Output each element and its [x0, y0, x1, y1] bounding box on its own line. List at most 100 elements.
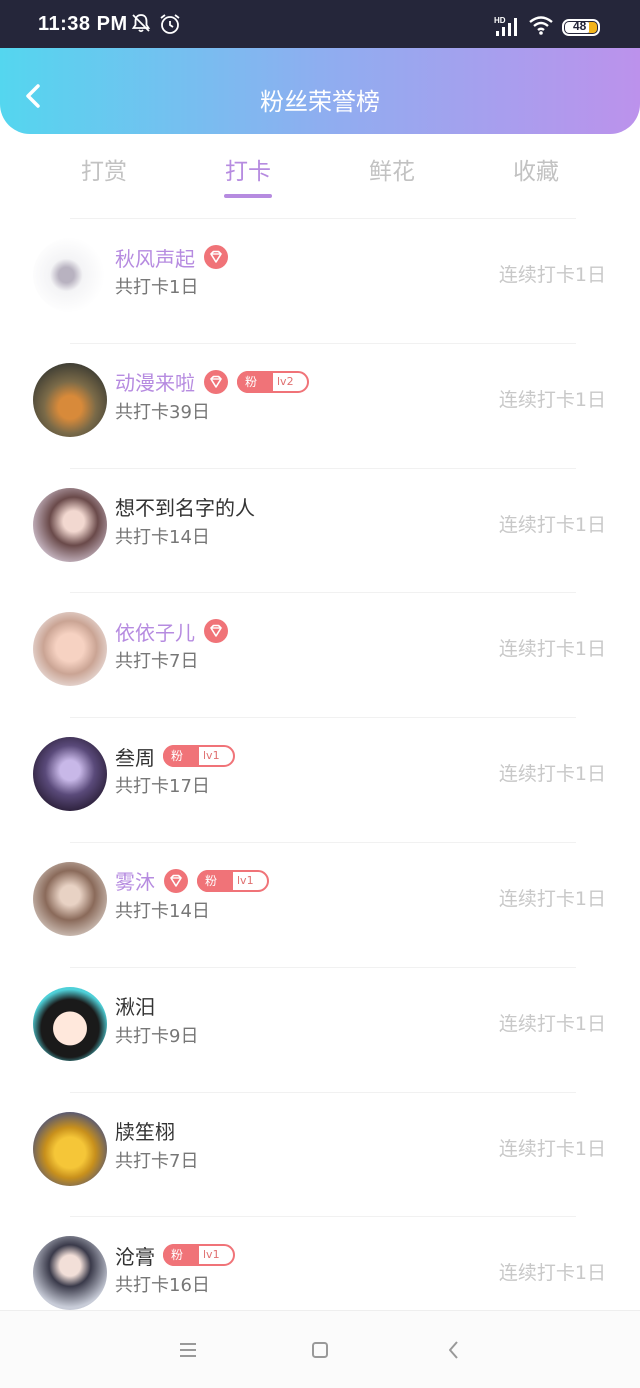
- name-line: 沧膏粉 lv1: [115, 1240, 235, 1270]
- system-nav-bar: [0, 1310, 640, 1388]
- name-line: 依依子儿: [115, 616, 229, 646]
- home-square-icon[interactable]: [307, 1337, 333, 1363]
- checkin-streak: 连续打卡1日: [498, 887, 606, 910]
- tab-checkin[interactable]: 打卡: [188, 152, 308, 186]
- total-checkins: 共打卡7日: [115, 651, 199, 673]
- avatar[interactable]: [33, 861, 107, 936]
- list-item[interactable]: 想不到名字的人共打卡14日 连续打卡1日: [0, 467, 640, 593]
- user-name[interactable]: 想不到名字的人: [115, 492, 255, 521]
- user-name[interactable]: 雾沐: [115, 866, 155, 895]
- checkin-streak: 连续打卡1日: [498, 638, 606, 661]
- tab-bar: 打赏 打卡 鲜花 收藏: [0, 134, 640, 220]
- mute-bell-icon: [131, 14, 151, 33]
- checkin-streak: 连续打卡1日: [498, 1137, 606, 1160]
- diamond-badge-icon: [204, 369, 228, 394]
- name-line: 雾沐 粉 lv1: [115, 866, 269, 896]
- avatar[interactable]: [33, 487, 107, 562]
- diamond-badge-icon: [204, 245, 228, 269]
- avatar[interactable]: [33, 238, 107, 312]
- row-divider: [70, 1216, 576, 1218]
- total-checkins: 共打卡7日: [115, 1150, 199, 1172]
- name-line: 想不到名字的人: [115, 492, 255, 522]
- row-divider: [70, 717, 576, 719]
- diamond-badge-icon: [164, 868, 188, 893]
- checkin-streak: 连续打卡1日: [498, 388, 606, 411]
- total-checkins: 共打卡14日: [115, 900, 210, 922]
- user-name[interactable]: 湫汨: [115, 991, 155, 1020]
- row-divider: [70, 218, 576, 219]
- list-item[interactable]: 叁周粉 lv1 共打卡17日 连续打卡1日: [0, 717, 640, 842]
- avatar[interactable]: [33, 1236, 107, 1311]
- list-item[interactable]: 湫汨共打卡9日 连续打卡1日: [0, 966, 640, 1092]
- tab-reward[interactable]: 打赏: [44, 152, 164, 186]
- row-divider: [70, 467, 576, 469]
- list-item[interactable]: 依依子儿共打卡7日 连续打卡1日: [0, 592, 640, 717]
- battery-icon: 48: [562, 19, 600, 36]
- fan-level-badge: 粉 lv1: [163, 1244, 235, 1267]
- checkin-streak: 连续打卡1日: [498, 1262, 606, 1285]
- row-divider: [70, 1091, 576, 1093]
- avatar[interactable]: [33, 986, 107, 1061]
- fan-level: lv1: [237, 873, 254, 887]
- page-title: 粉丝荣誉榜: [260, 88, 380, 116]
- back-triangle-icon[interactable]: [441, 1337, 467, 1363]
- list-item[interactable]: 秋风声起共打卡1日 连续打卡1日: [0, 218, 640, 343]
- svg-text:HD: HD: [494, 16, 506, 25]
- diamond-badge-icon: [204, 619, 228, 644]
- total-checkins: 共打卡1日: [115, 277, 199, 298]
- ranking-list: 秋风声起 共打卡1日 连续打卡1日 动漫来啦粉 lv2 共打卡39日 连续打卡1日 想不到名字…: [0, 218, 640, 1341]
- checkin-streak: 连续打卡1日: [498, 1012, 606, 1035]
- fan-badge-label: 粉: [237, 370, 273, 393]
- fan-level-badge: 粉 lv1: [197, 869, 269, 892]
- name-line: 叁周粉 lv1: [115, 741, 235, 771]
- user-name[interactable]: 依依子儿: [115, 617, 195, 646]
- row-divider: [70, 342, 576, 344]
- fan-level-badge: 粉 lv2: [237, 370, 309, 393]
- total-checkins: 共打卡9日: [115, 1025, 199, 1047]
- wifi-icon: [529, 16, 553, 35]
- fan-badge-label: 粉: [197, 869, 233, 892]
- battery-level: 48: [573, 19, 587, 33]
- user-name[interactable]: 叁周: [115, 742, 155, 771]
- checkin-streak: 连续打卡1日: [498, 264, 606, 286]
- list-item[interactable]: 雾沐 粉 lv1 共打卡14日 连续打卡1日: [0, 841, 640, 967]
- alarm-icon: [160, 14, 180, 34]
- name-line: 牍笙栩: [115, 1116, 175, 1146]
- fan-badge-label: 粉: [163, 1244, 199, 1267]
- total-checkins: 共打卡17日: [115, 776, 210, 798]
- fan-level: lv2: [277, 374, 294, 388]
- fan-level: lv1: [203, 749, 220, 763]
- total-checkins: 共打卡39日: [115, 401, 210, 423]
- app-header: 粉丝荣誉榜: [0, 48, 640, 134]
- total-checkins: 共打卡14日: [115, 526, 210, 548]
- menu-icon[interactable]: [175, 1337, 201, 1363]
- user-name[interactable]: 牍笙栩: [115, 1116, 175, 1145]
- user-name[interactable]: 动漫来啦: [115, 367, 195, 396]
- avatar[interactable]: [33, 362, 107, 437]
- user-name[interactable]: 秋风声起: [115, 243, 195, 272]
- avatar[interactable]: [33, 737, 107, 812]
- checkin-streak: 连续打卡1日: [498, 513, 606, 536]
- tab-favorites[interactable]: 收藏: [476, 152, 596, 186]
- user-name[interactable]: 沧膏: [115, 1241, 155, 1270]
- list-item[interactable]: 牍笙栩共打卡7日 连续打卡1日: [0, 1091, 640, 1217]
- fan-level: lv1: [203, 1248, 220, 1262]
- row-divider: [70, 592, 576, 594]
- avatar[interactable]: [33, 1111, 107, 1186]
- avatar[interactable]: [33, 612, 107, 687]
- checkin-streak: 连续打卡1日: [498, 763, 606, 786]
- row-divider: [70, 966, 576, 968]
- status-bar: 11:38 PM HD 48: [0, 0, 640, 48]
- row-divider: [70, 841, 576, 843]
- name-line: 湫汨: [115, 991, 155, 1021]
- list-item[interactable]: 动漫来啦 粉 lv2 共打卡39日 连续打卡1日: [0, 342, 640, 468]
- name-line: 秋风声起: [115, 242, 229, 272]
- fan-badge-label: 粉: [163, 745, 199, 768]
- total-checkins: 共打卡16日: [115, 1275, 210, 1297]
- hd-signal-icon: HD: [494, 16, 517, 36]
- status-time: 11:38 PM: [38, 13, 128, 35]
- active-tab-indicator: [224, 194, 272, 198]
- name-line: 动漫来啦 粉 lv2: [115, 367, 309, 397]
- tab-flowers[interactable]: 鲜花: [332, 152, 452, 186]
- fan-level-badge: 粉 lv1: [163, 745, 235, 768]
